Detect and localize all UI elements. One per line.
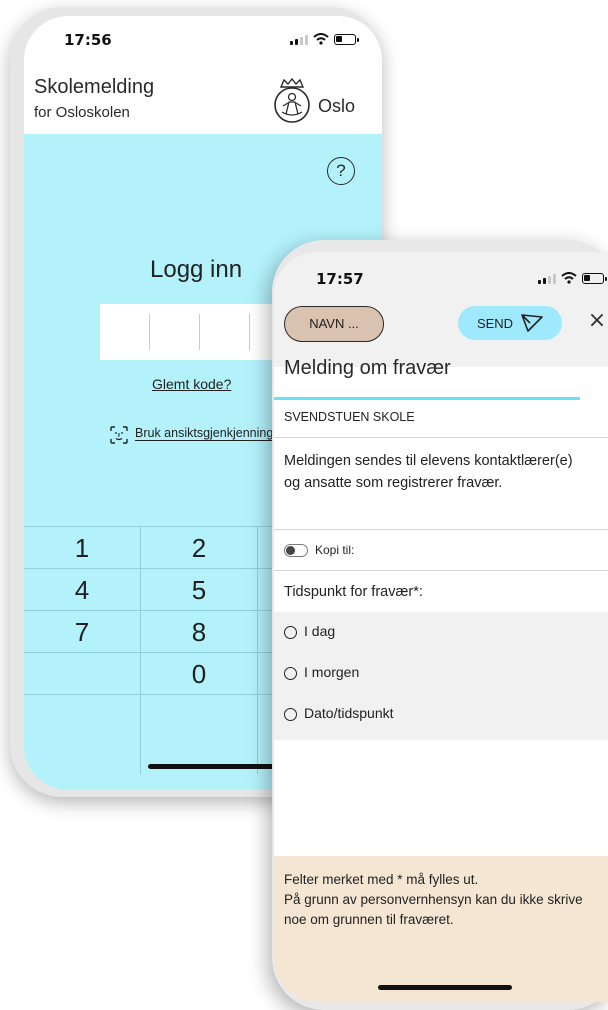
divider — [274, 529, 608, 530]
message-screen: 17:57 NAVN ... SEND × Melding om fravær … — [274, 252, 608, 1002]
key-empty — [24, 653, 140, 695]
status-time: 17:56 — [64, 31, 112, 49]
app-subtitle: for Osloskolen — [34, 104, 130, 121]
divider — [274, 570, 608, 571]
copy-toggle[interactable] — [284, 544, 308, 557]
login-title: Logg inn — [150, 256, 243, 283]
radio-label-today[interactable]: I dag — [304, 623, 335, 639]
help-button[interactable]: ? — [327, 157, 355, 185]
copy-label: Kopi til: — [315, 543, 355, 557]
radio-label-tomorrow[interactable]: I morgen — [304, 664, 359, 680]
status-time: 17:57 — [316, 270, 364, 288]
absence-time-label: Tidspunkt for fravær*: — [284, 584, 423, 600]
info-text: Meldingen sendes til elevens kontaktlære… — [284, 453, 573, 491]
key-1[interactable]: 1 — [24, 527, 140, 569]
wifi-icon — [313, 33, 329, 45]
close-icon[interactable]: × — [586, 310, 608, 332]
radio-today[interactable] — [284, 626, 297, 639]
app-title: Skolemelding — [34, 76, 155, 98]
send-button[interactable]: SEND — [458, 306, 562, 340]
required-fields-note: Felter merket med * må fylles ut. — [284, 872, 479, 887]
key-7[interactable]: 7 — [24, 611, 140, 653]
send-button-label: SEND — [476, 315, 514, 331]
keypad-divider — [257, 526, 258, 774]
oslo-brand-text: Oslo — [318, 96, 356, 116]
radio-label-date-time[interactable]: Dato/tidspunkt — [304, 705, 394, 721]
signal-icon — [290, 34, 308, 45]
keypad-divider — [140, 526, 141, 774]
status-icons — [538, 272, 607, 284]
forgot-code-link[interactable]: Glemt kode? — [152, 376, 231, 392]
footer-text: Felter merket med * må fylles ut. På gru… — [284, 870, 604, 930]
signal-icon — [538, 273, 556, 284]
school-name: SVENDSTUEN SKOLE — [284, 410, 415, 424]
key-0[interactable]: 0 — [141, 653, 257, 695]
title-underline — [274, 397, 580, 400]
privacy-note: På grunn av personvernhensyn kan du ikke… — [284, 892, 583, 927]
home-indicator — [148, 764, 282, 769]
battery-icon — [334, 33, 359, 45]
face-id-icon[interactable] — [110, 426, 128, 444]
wifi-icon — [561, 272, 577, 284]
footer-notice: Felter merket med * må fylles ut. På gru… — [274, 856, 608, 1002]
status-icons — [290, 33, 359, 45]
key-2[interactable]: 2 — [141, 527, 257, 569]
oslo-seal-icon — [274, 78, 310, 123]
key-4[interactable]: 4 — [24, 569, 140, 611]
face-id-link[interactable]: Bruk ansiktsgjenkjenning — [135, 426, 274, 441]
radio-tomorrow[interactable] — [284, 667, 297, 680]
key-8[interactable]: 8 — [141, 611, 257, 653]
send-plane-icon — [521, 314, 543, 332]
radio-date-time[interactable] — [284, 708, 297, 721]
divider — [274, 437, 608, 438]
home-indicator — [378, 985, 512, 990]
message-phone-frame: 17:57 NAVN ... SEND × Melding om fravær … — [272, 240, 608, 1010]
name-select-button[interactable]: NAVN ... — [284, 306, 384, 342]
absence-options: I dag I morgen Dato/tidspunkt — [274, 612, 608, 740]
key-5[interactable]: 5 — [141, 569, 257, 611]
form-title: Melding om fravær — [284, 357, 451, 379]
battery-icon — [582, 272, 607, 284]
